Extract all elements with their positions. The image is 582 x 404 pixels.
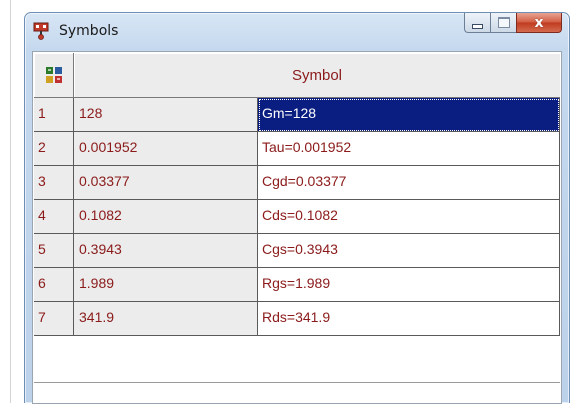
close-button[interactable]: x bbox=[516, 13, 562, 33]
table-row[interactable]: 4 0.1082 Cds=0.1082 bbox=[34, 200, 560, 234]
grid-bottom-divider bbox=[34, 382, 560, 383]
grid-corner-button[interactable] bbox=[34, 53, 74, 98]
symbol-cell[interactable]: Cgd=0.03377 bbox=[258, 166, 560, 200]
maximize-button[interactable] bbox=[490, 13, 516, 33]
table-row[interactable]: 3 0.03377 Cgd=0.03377 bbox=[34, 166, 560, 200]
close-icon: x bbox=[534, 14, 544, 31]
grid-header: Symbol bbox=[34, 53, 560, 98]
value-cell[interactable]: 0.001952 bbox=[74, 132, 258, 166]
value-cell[interactable]: 1.989 bbox=[74, 268, 258, 302]
value-cell[interactable]: 0.1082 bbox=[74, 200, 258, 234]
symbol-cell[interactable]: Gm=128 bbox=[258, 98, 560, 132]
table-row[interactable]: 6 1.989 Rgs=1.989 bbox=[34, 268, 560, 302]
window-controls: x bbox=[464, 13, 562, 34]
minimize-icon bbox=[472, 24, 483, 29]
symbols-grid-area: Symbol 1 128 Gm=128 2 0.001952 Tau=0.001… bbox=[32, 51, 562, 404]
row-index[interactable]: 1 bbox=[34, 98, 74, 132]
symbol-cell[interactable]: Rgs=1.989 bbox=[258, 268, 560, 302]
app-icon bbox=[33, 22, 49, 40]
row-index[interactable]: 5 bbox=[34, 234, 74, 268]
symbol-cell[interactable]: Cds=0.1082 bbox=[258, 200, 560, 234]
grid-options-icon bbox=[45, 67, 62, 83]
symbols-grid: Symbol 1 128 Gm=128 2 0.001952 Tau=0.001… bbox=[34, 53, 560, 336]
value-cell[interactable]: 341.9 bbox=[74, 302, 258, 336]
symbol-cell[interactable]: Cgs=0.3943 bbox=[258, 234, 560, 268]
value-cell[interactable]: 0.3943 bbox=[74, 234, 258, 268]
minimize-button[interactable] bbox=[464, 13, 490, 33]
table-row[interactable]: 1 128 Gm=128 bbox=[34, 98, 560, 132]
row-index[interactable]: 3 bbox=[34, 166, 74, 200]
value-cell[interactable]: 128 bbox=[74, 98, 258, 132]
table-row[interactable]: 5 0.3943 Cgs=0.3943 bbox=[34, 234, 560, 268]
symbol-cell[interactable]: Tau=0.001952 bbox=[258, 132, 560, 166]
symbol-cell[interactable]: Rds=341.9 bbox=[258, 302, 560, 336]
column-header-symbol[interactable]: Symbol bbox=[74, 53, 560, 98]
row-index[interactable]: 6 bbox=[34, 268, 74, 302]
row-index[interactable]: 4 bbox=[34, 200, 74, 234]
window-title: Symbols bbox=[59, 23, 119, 39]
value-cell[interactable]: 0.03377 bbox=[74, 166, 258, 200]
row-index[interactable]: 2 bbox=[34, 132, 74, 166]
row-index[interactable]: 7 bbox=[34, 302, 74, 336]
title-bar[interactable]: Symbols x bbox=[25, 13, 569, 49]
background-divider bbox=[10, 0, 11, 403]
maximize-icon bbox=[497, 17, 510, 28]
table-row[interactable]: 7 341.9 Rds=341.9 bbox=[34, 302, 560, 336]
table-row[interactable]: 2 0.001952 Tau=0.001952 bbox=[34, 132, 560, 166]
symbols-window: Symbols x Symbol 1 128 Gm=128 2 0.001952… bbox=[24, 12, 570, 404]
